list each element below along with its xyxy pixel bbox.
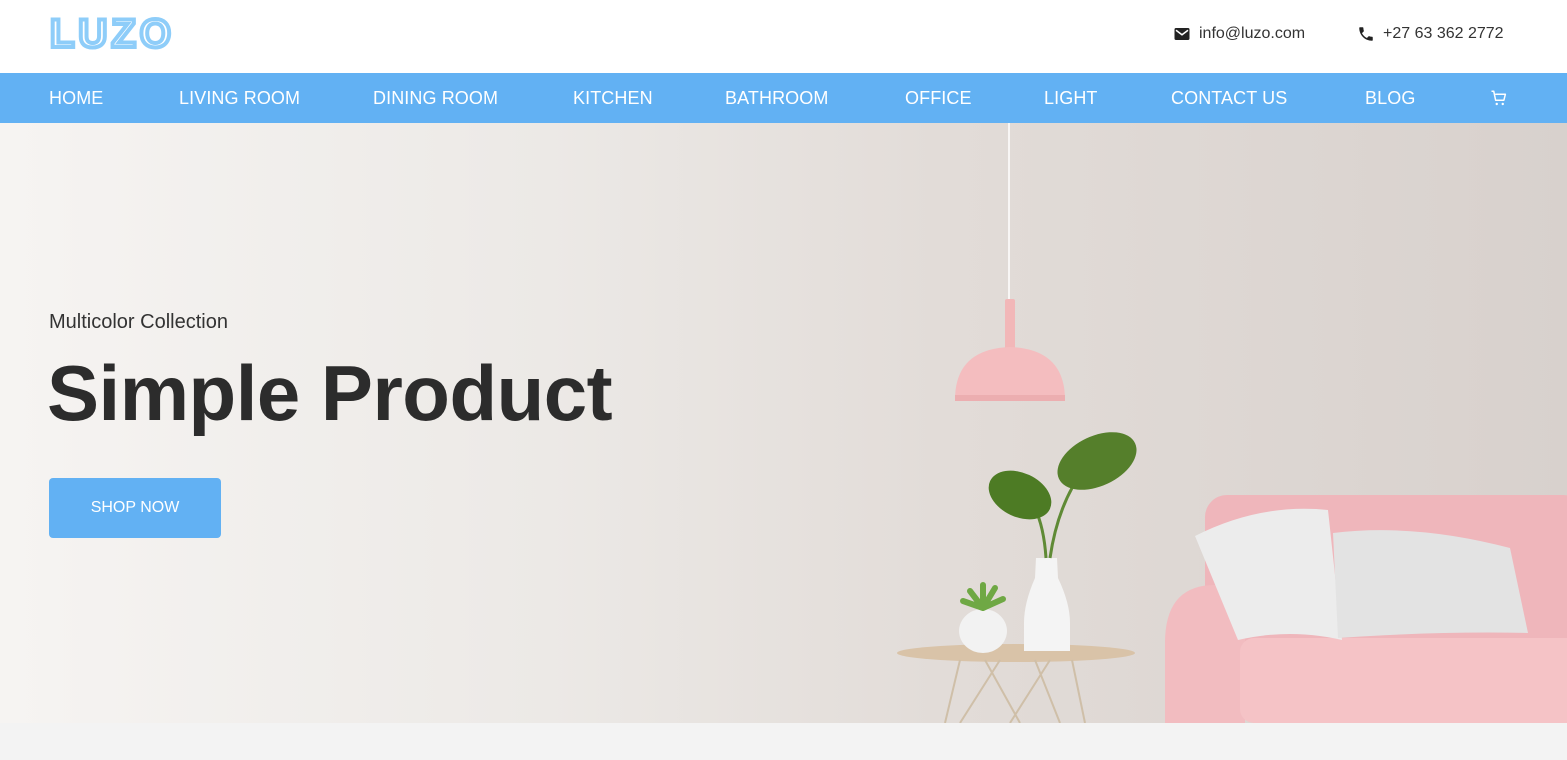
nav-item-home[interactable]: HOME (49, 73, 103, 123)
header-phone[interactable]: +27 63 362 2772 (1357, 22, 1504, 46)
side-table-illustration (897, 644, 1135, 723)
nav-item-light[interactable]: LIGHT (1044, 73, 1098, 123)
phone-icon (1359, 27, 1373, 41)
logo-text: LUZO (50, 14, 175, 54)
nav-item-kitchen[interactable]: KITCHEN (573, 73, 653, 123)
nav-item-blog[interactable]: BLOG (1365, 73, 1415, 123)
nav-item-bathroom[interactable]: BATHROOM (725, 73, 828, 123)
pendant-lamp-illustration (955, 123, 1065, 401)
pink-sofa-illustration (1165, 495, 1567, 723)
top-bar: LUZO info@luzo.com +27 63 362 2772 (0, 0, 1567, 73)
cart-icon[interactable] (1490, 89, 1508, 107)
vase-plant-illustration (988, 432, 1137, 651)
nav-item-office[interactable]: OFFICE (905, 73, 972, 123)
hero-subtitle: Multicolor Collection (49, 311, 228, 333)
header-email[interactable]: info@luzo.com (1173, 22, 1305, 46)
hero-headline: Simple Product (47, 349, 613, 437)
envelope-icon (1174, 28, 1190, 40)
main-navigation: HOME LIVING ROOM DINING ROOM KITCHEN BAT… (0, 73, 1567, 123)
page-bottom-strip (0, 723, 1567, 760)
nav-item-contact-us[interactable]: CONTACT US (1171, 73, 1287, 123)
hero-banner: Multicolor Collection Simple Product SHO… (0, 123, 1567, 723)
nav-item-dining-room[interactable]: DINING ROOM (373, 73, 498, 123)
shop-now-button[interactable]: SHOP NOW (49, 478, 221, 538)
succulent-pot-illustration (959, 582, 1007, 653)
phone-text: +27 63 362 2772 (1383, 25, 1504, 42)
luzo-logo[interactable]: LUZO (50, 14, 234, 54)
email-text: info@luzo.com (1199, 25, 1306, 42)
nav-item-living-room[interactable]: LIVING ROOM (179, 73, 300, 123)
